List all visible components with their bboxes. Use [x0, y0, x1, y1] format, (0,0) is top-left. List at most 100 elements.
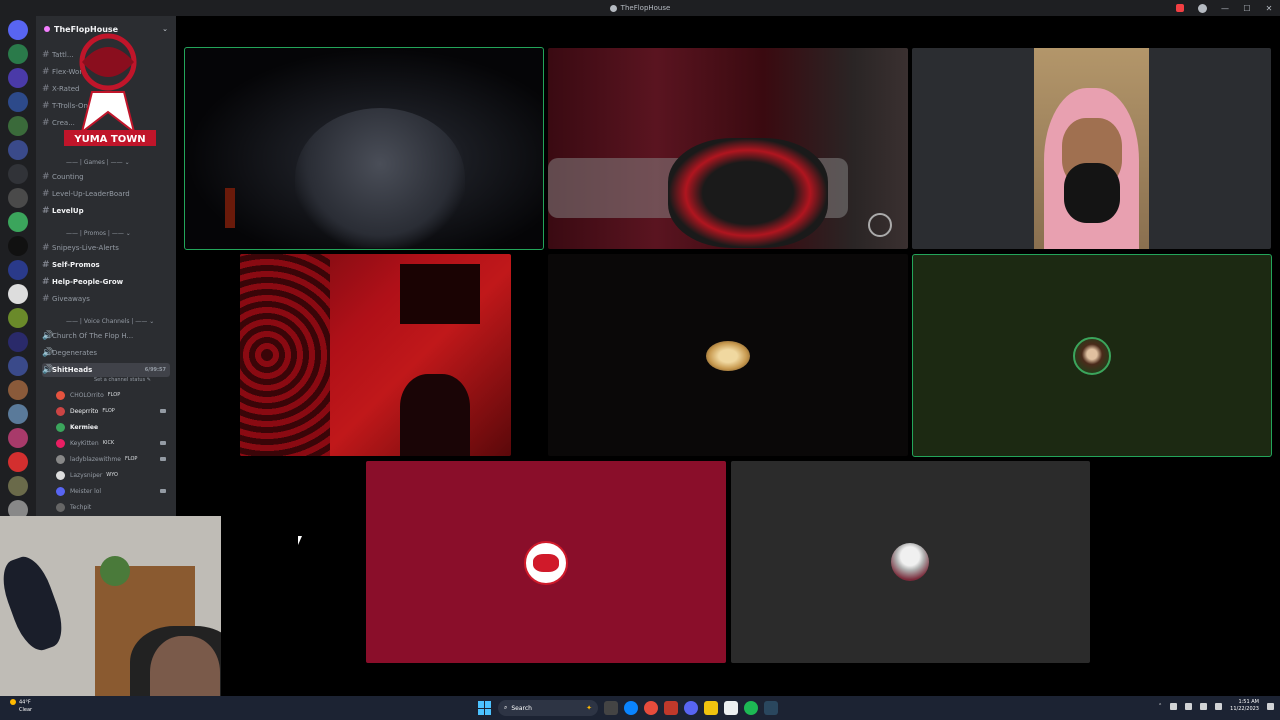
participant-video: [668, 138, 828, 248]
file-explorer-icon[interactable]: [704, 701, 718, 715]
voice-channel-item-active[interactable]: 🔊 ShitHeads 6/99:57: [42, 363, 170, 377]
task-view-icon[interactable]: [604, 701, 618, 715]
video-tile[interactable]: [548, 48, 908, 249]
server-icon[interactable]: [8, 380, 28, 400]
video-tile[interactable]: [731, 461, 1090, 663]
camera-icon: [160, 457, 166, 461]
server-icon[interactable]: [8, 92, 28, 112]
battery-icon[interactable]: [1215, 702, 1223, 710]
video-tile[interactable]: [240, 254, 511, 456]
channel-item[interactable]: # LevelUp: [42, 204, 170, 218]
set-channel-status[interactable]: Set a channel status ✎: [94, 377, 151, 383]
channel-item[interactable]: # Snipeys-Live-Alerts: [42, 241, 170, 255]
avatar: [56, 502, 65, 512]
tapestry: [240, 254, 330, 456]
server-icon[interactable]: [8, 404, 28, 424]
voice-user[interactable]: Kermiee: [56, 420, 168, 434]
server-icon[interactable]: [8, 476, 28, 496]
plant: [100, 556, 130, 586]
hash-icon: #: [42, 172, 50, 182]
voice-user[interactable]: CHOLOrrito FLOP: [56, 388, 168, 402]
weather-widget[interactable]: 44°F Clear: [10, 699, 32, 714]
voice-user[interactable]: Deeprrito FLOP: [56, 404, 168, 418]
server-icon[interactable]: [8, 212, 28, 232]
system-tray: ⌃ 1:51 AM 11/22/2023: [1158, 699, 1274, 713]
search-box[interactable]: ⌕ Search ✦: [498, 700, 598, 716]
chevron-down-icon: ⌄: [162, 25, 168, 33]
app-icon[interactable]: [664, 701, 678, 715]
server-icon[interactable]: [8, 284, 28, 304]
server-icon[interactable]: [8, 332, 28, 352]
weather-temp: 44°F: [19, 699, 31, 706]
channel-item[interactable]: # Level-Up-LeaderBoard: [42, 187, 170, 201]
minimize-button[interactable]: —: [1214, 4, 1236, 13]
server-folder-icon[interactable]: [8, 356, 28, 376]
voice-user[interactable]: ladyblazewithme FLOP: [56, 452, 168, 466]
store-icon[interactable]: [724, 701, 738, 715]
user-name: Kermiee: [70, 423, 99, 431]
server-icon[interactable]: [8, 20, 28, 40]
server-folder-icon[interactable]: [8, 140, 28, 160]
user-name: ladyblazewithme: [70, 455, 121, 463]
video-tile[interactable]: [548, 254, 908, 456]
server-icon[interactable]: [8, 308, 28, 328]
user-tag: KICK: [102, 440, 115, 446]
video-tile[interactable]: [184, 47, 544, 250]
mouse-cursor: [298, 536, 302, 545]
edge-icon[interactable]: [624, 701, 638, 715]
close-button[interactable]: ✕: [1258, 4, 1280, 13]
voice-user[interactable]: Techpit: [56, 500, 168, 514]
start-button[interactable]: [478, 701, 492, 715]
notification-icon[interactable]: [1267, 702, 1274, 710]
window-title-text: TheFlopHouse: [620, 4, 671, 12]
light-glow: [225, 188, 235, 228]
streamer-webcam: [0, 516, 221, 696]
server-icon[interactable]: [8, 260, 28, 280]
steam-icon[interactable]: [764, 701, 778, 715]
server-boost-icon: [44, 26, 50, 32]
chevron-up-icon[interactable]: ⌃: [1158, 703, 1162, 709]
server-icon[interactable]: [8, 428, 28, 448]
server-icon[interactable]: [8, 68, 28, 88]
clock[interactable]: 1:51 AM 11/22/2023: [1230, 699, 1259, 713]
server-icon[interactable]: [8, 452, 28, 472]
spotify-icon[interactable]: [744, 701, 758, 715]
channel-item[interactable]: # Self-Promos: [42, 258, 170, 272]
server-icon[interactable]: [8, 188, 28, 208]
channel-label: Giveaways: [52, 295, 90, 303]
voice-channel-item[interactable]: 🔊 Degenerates: [42, 346, 170, 360]
volume-icon[interactable]: [1200, 702, 1208, 710]
category-voice[interactable]: —— | Voice Channels | —— ⌄: [66, 318, 154, 325]
maximize-button[interactable]: ☐: [1236, 4, 1258, 13]
voice-channel-item[interactable]: 🔊 Church Of The Flop H...: [42, 329, 170, 343]
channel-label: Degenerates: [52, 349, 98, 357]
network-icon[interactable]: [1185, 702, 1193, 710]
channel-item[interactable]: # Counting: [42, 170, 170, 184]
video-tile[interactable]: [366, 461, 726, 663]
video-tile[interactable]: [912, 254, 1272, 457]
search-icon: ⌕: [504, 704, 508, 711]
server-icon[interactable]: [8, 116, 28, 136]
user-name: Meister lol: [70, 487, 102, 495]
voice-user[interactable]: Meister lol: [56, 484, 168, 498]
channel-item[interactable]: # Help-People-Grow: [42, 275, 170, 289]
voice-user[interactable]: KeyKitten KICK: [56, 436, 168, 450]
channel-item[interactable]: # Giveaways: [42, 292, 170, 306]
category-games[interactable]: —— | Games | —— ⌄: [66, 159, 130, 166]
hash-icon: #: [42, 101, 50, 111]
inbox-icon[interactable]: [1176, 4, 1184, 12]
discord-icon[interactable]: [684, 701, 698, 715]
participant-video: [400, 374, 470, 456]
server-icon[interactable]: [8, 236, 28, 256]
help-icon[interactable]: [1198, 3, 1207, 13]
server-icon[interactable]: [8, 164, 28, 184]
server-icon[interactable]: [8, 44, 28, 64]
category-promos[interactable]: —— | Promos | —— ⌄: [66, 230, 131, 237]
voice-user[interactable]: Lazysniper WYO: [56, 468, 168, 482]
hash-icon: #: [42, 294, 50, 304]
video-tile[interactable]: [912, 48, 1271, 249]
search-label: Search: [511, 704, 532, 712]
chrome-icon[interactable]: [644, 701, 658, 715]
window-controls: — ☐ ✕: [1169, 0, 1280, 16]
microphone-icon[interactable]: [1170, 702, 1178, 710]
